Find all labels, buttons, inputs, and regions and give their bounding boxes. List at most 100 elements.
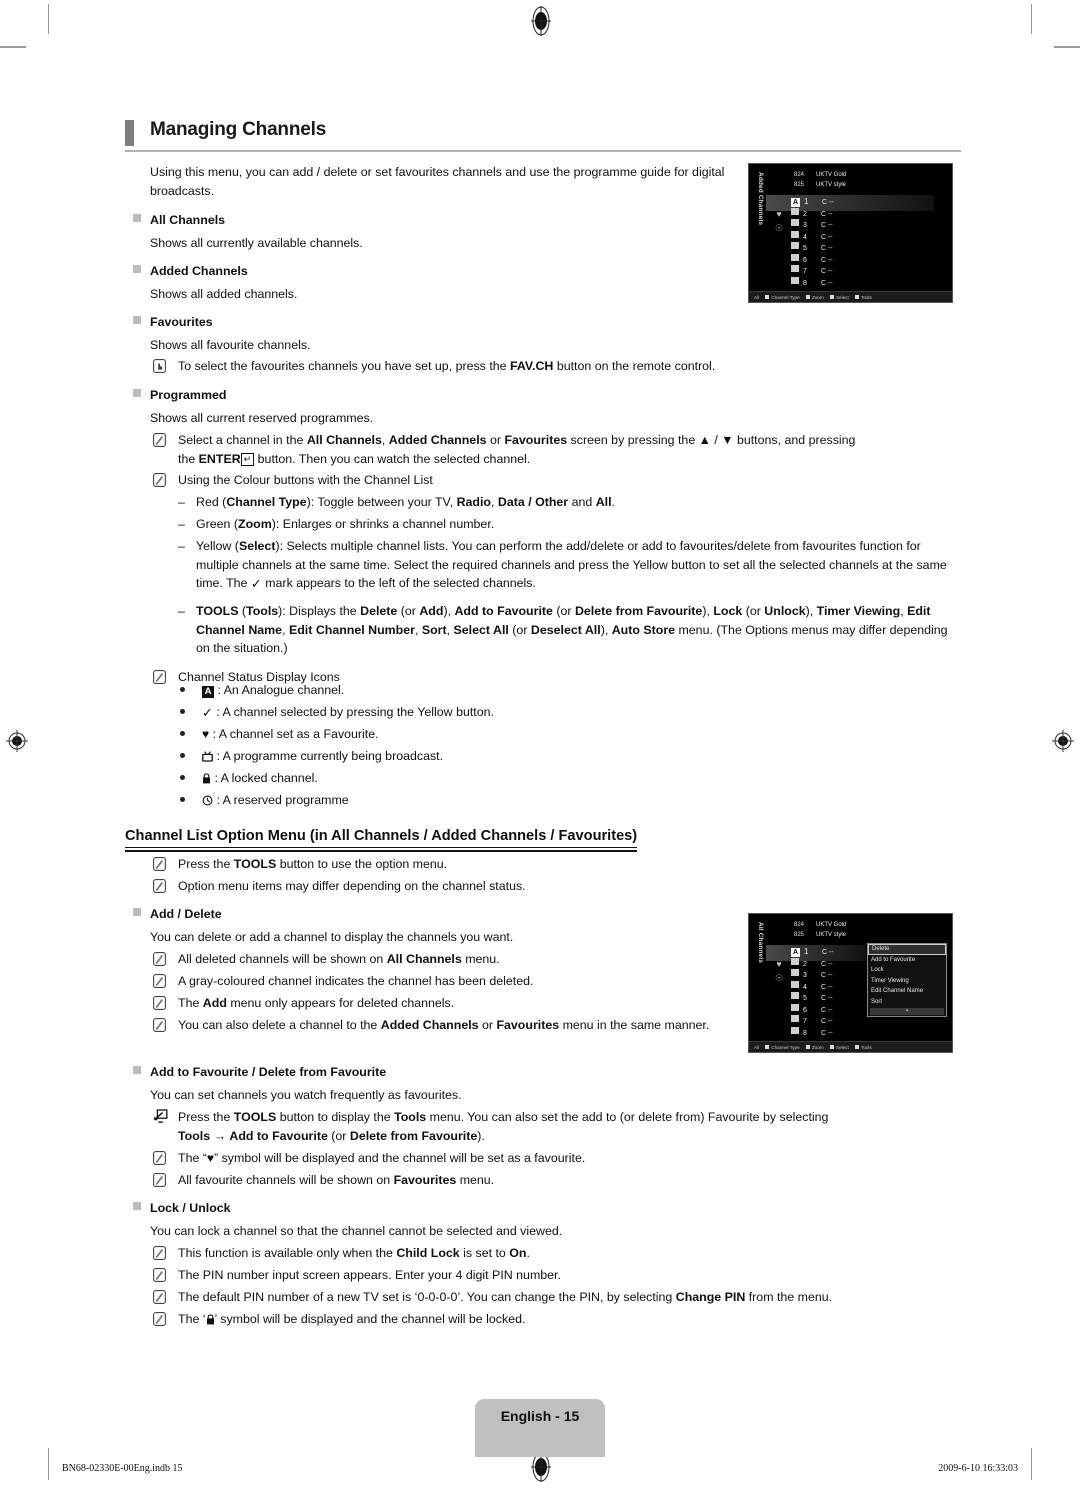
osd-menu-item-add-to-favourite[interactable]: Add to Favourite bbox=[868, 955, 946, 965]
heading-add-delete: Add / Delete bbox=[133, 907, 222, 921]
tools-key-icon bbox=[855, 1045, 860, 1049]
analogue-channel-icon: A bbox=[791, 948, 800, 957]
lock-icon bbox=[206, 1311, 215, 1330]
osd-channel-row[interactable]: 8C -- bbox=[791, 1026, 951, 1039]
pencil-note-icon bbox=[153, 1290, 166, 1304]
footer-rule-left bbox=[48, 1452, 49, 1480]
note-colour-buttons-text: Using the Colour buttons with the Channe… bbox=[178, 473, 433, 487]
osd-bottom-select[interactable]: Select bbox=[829, 292, 849, 302]
digital-channel-icon bbox=[791, 219, 799, 226]
text-lock-unlock: You can lock a channel so that the chann… bbox=[150, 1224, 563, 1238]
note-deleted-channels-text: All deleted channels will be shown on Al… bbox=[178, 952, 500, 966]
note-pin-screen: The PIN number input screen appears. Ent… bbox=[153, 1266, 953, 1285]
footer-rule-right bbox=[1031, 1452, 1032, 1480]
note-default-pin-text: The default PIN number of a new TV set i… bbox=[178, 1290, 833, 1304]
pencil-note-icon bbox=[153, 1268, 166, 1282]
osd-menu-item-sort[interactable]: Sort bbox=[868, 997, 946, 1007]
osd-channel-row[interactable]: 4C -- bbox=[791, 230, 951, 243]
note-select-channel-text: Select a channel in the All Channels, Ad… bbox=[178, 433, 856, 466]
osd-bottom-bar-added: All Channel Type Zoom Select Tools bbox=[749, 291, 952, 302]
clock-icon bbox=[202, 792, 213, 811]
digital-channel-icon bbox=[791, 969, 799, 976]
status-icon-reserved: : A reserved programme bbox=[180, 791, 880, 811]
analogue-channel-icon: A bbox=[791, 198, 800, 207]
digital-channel-icon bbox=[791, 980, 799, 988]
dash-marker: – bbox=[178, 495, 185, 509]
osd-bottom-select[interactable]: Select bbox=[829, 1042, 849, 1052]
check-mark-icon: ✓ bbox=[250, 576, 262, 592]
heading-all-channels: All Channels bbox=[133, 213, 225, 227]
manual-page: Managing Channels Using this menu, you c… bbox=[0, 0, 1080, 1488]
note-tools-favourite-text: Press the TOOLS button to display the To… bbox=[178, 1110, 829, 1143]
text-programmed: Shows all current reserved programmes. bbox=[150, 411, 374, 425]
osd-channel-row[interactable]: A1C -- bbox=[791, 196, 951, 208]
status-icon-reserved-text: : A reserved programme bbox=[216, 793, 349, 807]
osd-channel-row[interactable]: 3C -- bbox=[791, 219, 951, 231]
tv-broadcast-icon bbox=[202, 748, 213, 767]
digital-channel-icon bbox=[791, 253, 799, 261]
osd-bottom-tools[interactable]: Tools bbox=[855, 1042, 872, 1052]
digital-channel-icon bbox=[791, 1026, 799, 1034]
green-key-icon bbox=[805, 1045, 810, 1049]
text-add-delete: You can delete or add a channel to displ… bbox=[150, 930, 514, 944]
osd-top-row: 825 UKTV style bbox=[794, 182, 847, 188]
tools-key-icon bbox=[855, 295, 860, 299]
osd-channel-row[interactable]: 2C -- bbox=[791, 207, 951, 220]
bullet-square-icon bbox=[133, 908, 141, 916]
osd-channel-row[interactable]: 5C -- bbox=[791, 242, 951, 254]
osd-bottom-all[interactable]: All bbox=[754, 292, 759, 302]
digital-channel-icon bbox=[791, 230, 799, 238]
osd-top-channel-list-all: 824 UKTV Gold 825 UKTV style bbox=[794, 920, 944, 940]
note-press-tools: Press the TOOLS button to use the option… bbox=[153, 855, 943, 874]
osd-menu-item-timer-viewing[interactable]: Timer Viewing bbox=[868, 976, 946, 986]
osd-bottom-tools[interactable]: Tools bbox=[855, 292, 872, 302]
digital-channel-icon bbox=[791, 957, 799, 965]
colour-button-green: – Green (Zoom): Enlarges or shrinks a ch… bbox=[178, 515, 948, 534]
note-gray-channel: A gray-coloured channel indicates the ch… bbox=[153, 972, 733, 991]
header-accent-bar bbox=[125, 120, 134, 146]
osd-menu-item-delete[interactable]: Delete bbox=[868, 944, 946, 955]
note-heart-symbol-text: The “♥” symbol will be displayed and the… bbox=[178, 1149, 853, 1168]
colour-button-tools-text: TOOLS (Tools): Displays the Delete (or A… bbox=[196, 604, 948, 656]
bullet-square-icon bbox=[133, 316, 141, 324]
pencil-note-icon bbox=[153, 1312, 166, 1326]
osd-bottom-zoom[interactable]: Zoom bbox=[805, 1042, 824, 1052]
dash-marker: – bbox=[178, 517, 185, 531]
registration-mark-left-icon bbox=[6, 730, 28, 752]
status-icon-broadcast: : A programme currently being broadcast. bbox=[180, 747, 880, 767]
osd-bottom-zoom[interactable]: Zoom bbox=[805, 292, 824, 302]
osd-channel-row[interactable]: 8C -- bbox=[791, 276, 951, 289]
colour-button-yellow-text: Yellow (Select): Selects multiple channe… bbox=[196, 537, 950, 594]
osd-channel-row[interactable]: 6C -- bbox=[791, 253, 951, 266]
osd-menu-item-edit-channel-name[interactable]: Edit Channel Name bbox=[868, 986, 946, 996]
footer-timestamp: 2009-6-10 16:33:03 bbox=[938, 1463, 1018, 1474]
digital-channel-icon bbox=[791, 1015, 799, 1022]
note-default-pin: The default PIN number of a new TV set i… bbox=[153, 1288, 953, 1307]
heart-icon: ♥ bbox=[206, 1151, 215, 1165]
note-deleted-channels: All deleted channels will be shown on Al… bbox=[153, 950, 733, 969]
page-title: Managing Channels bbox=[150, 119, 327, 140]
osd-bottom-all[interactable]: All bbox=[754, 1042, 759, 1052]
osd-menu-item-lock[interactable]: Lock bbox=[868, 965, 946, 975]
digital-channel-icon bbox=[791, 992, 799, 999]
note-option-items-text: Option menu items may differ depending o… bbox=[178, 879, 526, 893]
osd-bottom-channel-type[interactable]: Channel Type bbox=[765, 1042, 800, 1052]
note-delete-added: You can also delete a channel to the Add… bbox=[153, 1016, 733, 1035]
analogue-channel-icon: A bbox=[202, 686, 214, 698]
osd-bottom-channel-type[interactable]: Channel Type bbox=[765, 292, 800, 302]
text-add-favourite: You can set channels you watch frequentl… bbox=[150, 1088, 462, 1102]
crop-mark-top-right bbox=[1031, 4, 1032, 34]
osd-channel-row[interactable]: 7C -- bbox=[791, 265, 951, 277]
text-favourites: Shows all favourite channels. bbox=[150, 338, 311, 352]
status-icon-check-text: : A channel selected by pressing the Yel… bbox=[216, 705, 494, 719]
osd-menu-more-indicator[interactable]: ▪ bbox=[870, 1007, 944, 1015]
colour-button-green-text: Green (Zoom): Enlarges or shrinks a chan… bbox=[196, 517, 495, 531]
osd-tools-menu: Delete Add to Favourite Lock Timer Viewi… bbox=[867, 943, 947, 1017]
osd-channel-list-added: A1C -- 2C -- 3C -- 4C -- 5C -- 6C -- 7C … bbox=[791, 196, 951, 288]
header-rule bbox=[125, 150, 961, 152]
red-key-icon bbox=[765, 295, 770, 299]
note-lock-symbol: The ‘’ symbol will be displayed and the … bbox=[153, 1310, 953, 1330]
status-icon-analogue: A : An Analogue channel. bbox=[180, 681, 880, 700]
yellow-key-icon bbox=[829, 295, 834, 299]
colour-button-tools: – TOOLS (Tools): Displays the Delete (or… bbox=[178, 602, 958, 658]
